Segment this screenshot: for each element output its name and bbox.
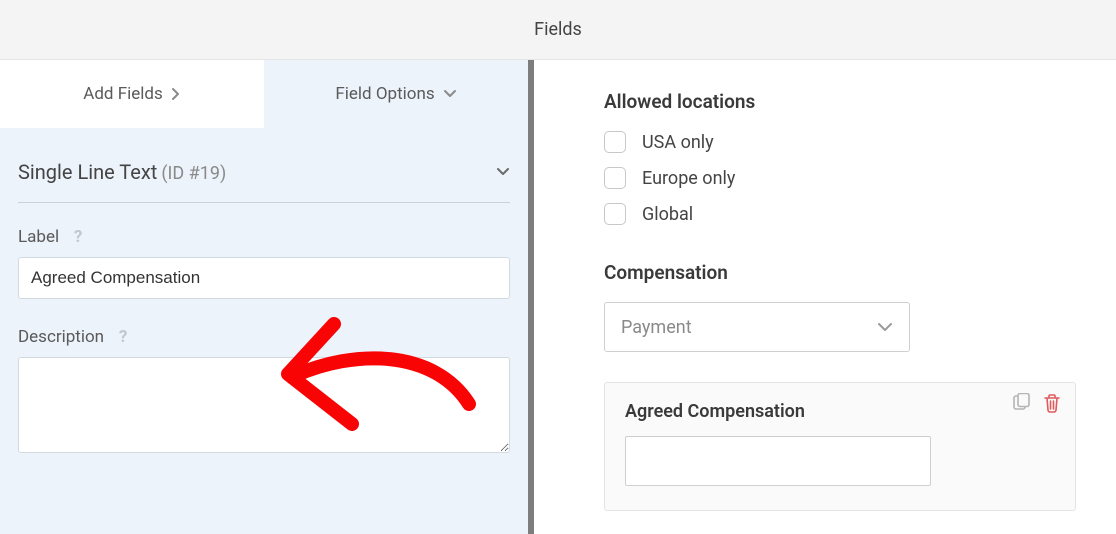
help-icon[interactable]: ? (69, 228, 87, 246)
checkbox-europe-only[interactable]: Europe only (604, 167, 1076, 189)
checkbox-label: USA only (642, 132, 714, 153)
page-title: Fields (534, 19, 582, 40)
duplicate-icon[interactable] (1011, 393, 1031, 413)
checkbox-label: Global (642, 204, 693, 225)
field-card-title: Agreed Compensation (625, 401, 1055, 422)
allowed-locations-title: Allowed locations (604, 90, 1076, 113)
checkbox-global[interactable]: Global (604, 203, 1076, 225)
field-type-header[interactable]: Single Line Text (ID #19) (18, 160, 510, 203)
compensation-select-value: Payment (621, 317, 692, 338)
label-field-title: Label (18, 227, 59, 247)
checkbox-icon (604, 203, 626, 225)
help-icon[interactable]: ? (114, 328, 132, 346)
chevron-right-icon (171, 87, 181, 101)
chevron-down-icon (496, 167, 510, 177)
compensation-title: Compensation (604, 261, 1076, 284)
tab-add-fields[interactable]: Add Fields (0, 60, 264, 128)
compensation-select[interactable]: Payment (604, 302, 910, 352)
chevron-down-icon (443, 89, 457, 99)
label-field-title-row: Label ? (18, 227, 510, 247)
content: Add Fields Field Options Single Line Tex… (0, 60, 1116, 534)
card-actions (1011, 393, 1061, 413)
description-field-title: Description (18, 327, 104, 347)
panel-body: Single Line Text (ID #19) Label ? Descri… (0, 128, 528, 475)
checkbox-usa-only[interactable]: USA only (604, 131, 1076, 153)
tab-field-options-label: Field Options (335, 84, 434, 104)
tabs: Add Fields Field Options (0, 60, 528, 128)
label-input[interactable] (18, 257, 510, 299)
field-card-agreed-compensation[interactable]: Agreed Compensation (604, 382, 1076, 511)
checkbox-icon (604, 167, 626, 189)
page-header: Fields (0, 0, 1116, 60)
left-panel: Add Fields Field Options Single Line Tex… (0, 60, 534, 534)
field-type-id: (ID #19) (161, 163, 226, 184)
chevron-down-icon (877, 322, 893, 333)
checkbox-icon (604, 131, 626, 153)
tab-field-options[interactable]: Field Options (264, 60, 528, 128)
field-type-name: Single Line Text (18, 160, 157, 184)
field-card-input[interactable] (625, 436, 931, 486)
right-panel: Allowed locations USA only Europe only G… (534, 60, 1116, 534)
checkbox-label: Europe only (642, 168, 735, 189)
description-field-title-row: Description ? (18, 327, 510, 347)
allowed-locations-group: USA only Europe only Global (604, 131, 1076, 225)
description-textarea[interactable] (18, 357, 510, 453)
tab-add-fields-label: Add Fields (83, 84, 163, 104)
trash-icon[interactable] (1043, 393, 1061, 413)
